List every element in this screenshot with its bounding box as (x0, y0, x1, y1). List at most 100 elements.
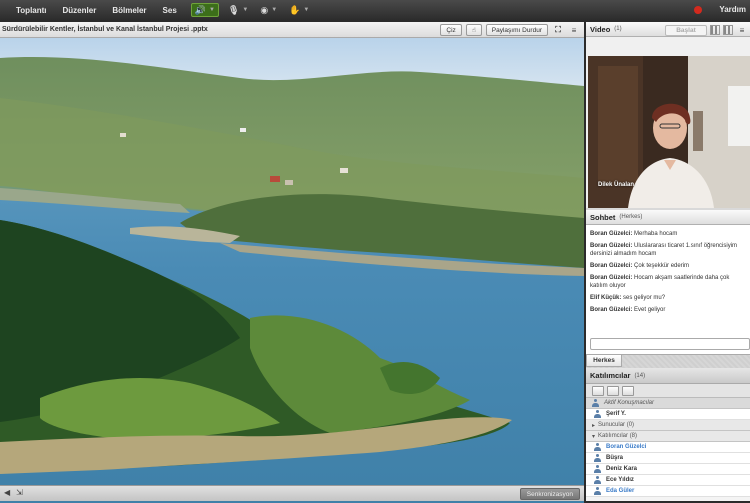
video-pod-title: Video (590, 24, 611, 34)
chat-sender: Boran Güzelci: (590, 263, 633, 269)
chevron-right-icon: ▸ (592, 422, 596, 429)
stop-sharing-button[interactable]: Paylaşımı Durdur (485, 24, 548, 36)
document-title: Sürdürülebilir Kentler, İstanbul ve Kana… (2, 26, 208, 33)
recording-indicator[interactable] (694, 6, 702, 14)
chat-pod-header: Sohbet (Herkes) (586, 210, 750, 225)
start-webcam-button[interactable]: Başlat (665, 24, 707, 36)
video-pod-menu-icon[interactable]: ≡ (736, 24, 748, 36)
share-pod-header: Sürdürülebilir Kentler, İstanbul ve Kana… (0, 22, 584, 38)
attendees-pod-header: Katılımcılar (14) (586, 368, 750, 384)
attendee-name: Boran Güzelci (606, 444, 647, 450)
chat-text: Çok teşekkür ederim (634, 263, 690, 269)
person-icon (594, 465, 601, 473)
list-view-icon[interactable] (592, 385, 604, 396)
person-icon (594, 454, 601, 462)
microphone-icon: 🎙 (227, 4, 240, 15)
section-label: Aktif Konuşmacılar (604, 400, 655, 406)
attendees-count: (14) (634, 372, 646, 379)
chat-sender: Boran Güzelci: (590, 243, 633, 249)
prev-icon[interactable]: ◀ (4, 488, 10, 497)
filmstrip-view-icon[interactable] (710, 25, 720, 35)
host-row[interactable]: Şerif Y. (586, 409, 750, 420)
menu-meeting[interactable]: Toplantı (0, 6, 55, 15)
attendee-name: Şerif Y. (606, 411, 626, 417)
person-icon (594, 487, 601, 495)
attendees-pod-title: Katılımcılar (590, 371, 631, 380)
pointer-button[interactable]: ☝ (465, 24, 482, 36)
video-pod: Video (1) Başlat ≡ Dilek Ünalan (586, 22, 750, 208)
chat-message: Boran Güzelci: Hocam akşam saatlerinde d… (590, 274, 746, 290)
chat-message: Boran Güzelci: Uluslararası ticaret 1.sı… (590, 242, 746, 258)
menu-audio[interactable]: Ses (155, 6, 185, 15)
section-label: Sunucular (0) (598, 422, 635, 428)
fullscreen-icon[interactable]: ⛶ (552, 24, 564, 36)
chat-sender: Boran Güzelci: (590, 231, 633, 237)
chat-input[interactable] (590, 338, 750, 350)
help-menu[interactable]: Yardım (719, 5, 746, 14)
microphone-icon (592, 399, 599, 407)
chat-pod-title: Sohbet (590, 212, 616, 222)
chevron-down-icon: ▼ (242, 7, 249, 13)
attendee-name: Ece Yıldız (606, 477, 634, 483)
attendee-name: Deniz Kara (606, 466, 638, 472)
expand-icon[interactable] (607, 385, 619, 396)
person-icon (594, 410, 601, 418)
fit-screen-icon[interactable]: ⇲ (16, 488, 23, 497)
speaker-button[interactable]: 🔊 ▼ (190, 3, 219, 17)
chat-text: Evet geliyor (634, 307, 666, 313)
video-participant-name: Dilek Ünalan (598, 182, 635, 188)
chat-message-list: Boran Güzelci: Merhaba hocam Boran Güzel… (586, 226, 750, 334)
draw-button[interactable]: Çiz (440, 24, 462, 36)
chevron-down-icon: ▾ (592, 433, 596, 440)
menu-bar: Toplantı Düzenler Bölmeler Ses 🔊 ▼ 🎙 ▼ ◉… (0, 0, 750, 20)
attendee-row[interactable]: Eda Güler (586, 486, 750, 497)
person-icon (594, 476, 601, 484)
video-pod-header: Video (1) Başlat ≡ (586, 22, 750, 37)
chat-sender: Elif Küçük: (590, 295, 622, 301)
attendee-row[interactable]: Boran Güzelci (586, 442, 750, 453)
chat-pod: Sohbet (Herkes) Boran Güzelci: Merhaba h… (586, 210, 750, 368)
chat-scope: (Herkes) (619, 214, 643, 220)
chevron-down-icon: ▼ (209, 7, 215, 13)
person-icon (594, 443, 601, 451)
share-pod-footer: ◀ ⇲ Senkronizasyon (0, 485, 584, 501)
presenters-section[interactable]: ▸ Sunucular (0) (586, 420, 750, 431)
chat-tab-everyone[interactable]: Herkes (586, 354, 622, 367)
chat-sender: Boran Güzelci: (590, 307, 633, 313)
video-count: (1) (614, 26, 622, 32)
sort-icon[interactable] (622, 385, 634, 396)
pointer-icon: ☝ (471, 27, 476, 34)
chat-message: Boran Güzelci: Evet geliyor (590, 306, 746, 314)
chat-message: Boran Güzelci: Çok teşekkür ederim (590, 262, 746, 270)
grid-view-icon[interactable] (723, 25, 733, 35)
webcam-icon: ◉ (260, 4, 269, 15)
attendee-name: Büşra (606, 455, 624, 461)
attendees-toolbar (586, 384, 750, 398)
raise-hand-button[interactable]: ✋ ▼ (286, 3, 312, 17)
attendee-row[interactable]: Büşra (586, 453, 750, 464)
webcam-button[interactable]: ◉ ▼ (257, 3, 280, 17)
chevron-down-icon: ▼ (303, 7, 310, 13)
menu-pods[interactable]: Bölmeler (104, 6, 154, 15)
participants-section[interactable]: ▾ Katılımcılar (8) (586, 431, 750, 442)
attendee-row[interactable]: Ece Yıldız (586, 475, 750, 486)
chat-message: Elif Küçük: ses geliyor mu? (590, 294, 746, 302)
chat-message: Boran Güzelci: Merhaba hocam (590, 230, 746, 238)
section-label: Katılımcılar (8) (598, 433, 638, 439)
attendee-name: Eda Güler (606, 488, 635, 494)
chat-text: Merhaba hocam (634, 231, 678, 237)
sync-button[interactable]: Senkronizasyon (519, 488, 580, 500)
share-pod: Sürdürülebilir Kentler, İstanbul ve Kana… (0, 22, 584, 503)
speaker-icon: 🔊 (194, 4, 206, 15)
microphone-button[interactable]: 🎙 ▼ (225, 3, 251, 17)
active-speakers-section[interactable]: Aktif Konuşmacılar (586, 398, 750, 409)
slide-image (0, 38, 584, 503)
attendee-row[interactable]: Deniz Kara (586, 464, 750, 475)
attendees-pod: Katılımcılar (14) Aktif Konuşmacılar Şer… (586, 368, 750, 501)
chevron-down-icon: ▼ (271, 7, 278, 13)
chat-text: ses geliyor mu? (623, 295, 666, 301)
chat-sender: Boran Güzelci: (590, 275, 633, 281)
right-column: Video (1) Başlat ≡ Dilek Ünalan Sohbet (… (586, 22, 750, 501)
pod-menu-icon[interactable]: ≡ (568, 24, 580, 36)
menu-layouts[interactable]: Düzenler (55, 6, 105, 15)
